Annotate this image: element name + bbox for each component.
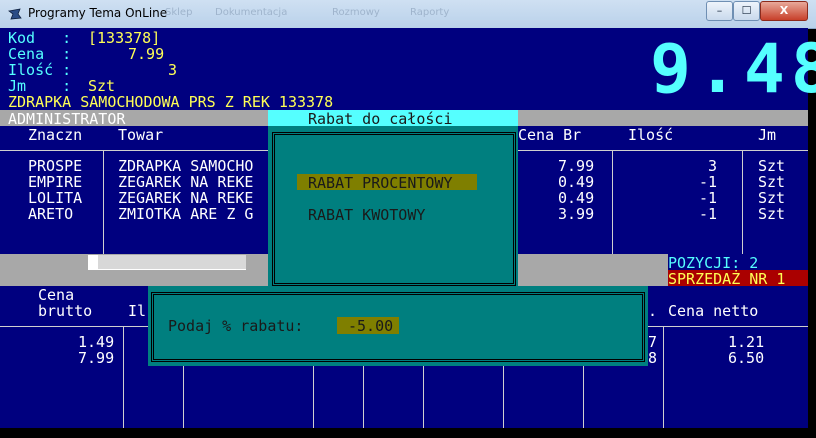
minimize-button[interactable]: – xyxy=(706,1,733,21)
header-cena-br: Cena Br xyxy=(518,126,582,144)
close-button[interactable]: X xyxy=(760,1,808,21)
row-towar: ZMIOTKA ARE Z G xyxy=(118,205,254,223)
app-icon xyxy=(8,8,22,20)
bottom-row-mid: 8 xyxy=(648,349,658,367)
product-name: ZDRAPKA SAMOCHODOWA PRS Z REK 133378 xyxy=(8,93,334,111)
header-ilosc: Ilość xyxy=(628,126,674,144)
rabat-kwotowy-option[interactable]: RABAT KWOTOWY xyxy=(308,206,425,224)
cena-value: 7.99 xyxy=(128,45,165,63)
window-titlebar: Programy Tema OnLine Sklep Dokumentacja … xyxy=(0,0,816,29)
ghost-menu-item: Sklep xyxy=(165,7,193,18)
window-title: Programy Tema OnLine xyxy=(28,6,168,20)
rabat-input-value[interactable]: -5.00 xyxy=(348,317,393,335)
ghost-menu-item: Rozmowy xyxy=(332,7,380,18)
bottom-row-netto: 6.50 xyxy=(728,349,765,367)
bottom-col-divider xyxy=(663,326,664,428)
horizontal-scrollbar[interactable] xyxy=(88,255,246,270)
ghost-menu-item: Dokumentacja xyxy=(215,7,288,18)
table-col-divider xyxy=(103,150,104,254)
table-col-divider xyxy=(742,150,743,254)
row-jm: Szt xyxy=(758,205,786,223)
row-ilosc: -1 xyxy=(699,205,718,223)
ilosc-value: 3 xyxy=(168,61,178,79)
header-towar: Towar xyxy=(118,126,164,144)
bottom-header-dot: . xyxy=(648,302,658,320)
rabat-input-label: Podaj % rabatu: xyxy=(168,317,304,335)
table-col-divider xyxy=(612,150,613,254)
bottom-header-brutto: brutto xyxy=(38,302,93,320)
rabat-procentowy-option[interactable]: RABAT PROCENTOWY xyxy=(308,174,453,192)
bottom-col-divider xyxy=(123,326,124,428)
row-znaczn: ARETO xyxy=(28,205,74,223)
ghost-menu-item: Raporty xyxy=(410,7,450,18)
bottom-header-cena-netto: Cena netto xyxy=(668,302,759,320)
total-display: 9.48 xyxy=(650,30,816,109)
maximize-button[interactable]: ☐ xyxy=(733,1,760,21)
bottom-row-brutto: 7.99 xyxy=(78,349,115,367)
header-znaczn: Znaczn xyxy=(28,126,83,144)
header-jm: Jm xyxy=(758,126,777,144)
bottom-header-il: Il xyxy=(128,302,147,320)
row-cena: 3.99 xyxy=(558,205,595,223)
scrollbar-thumb[interactable] xyxy=(88,255,98,269)
